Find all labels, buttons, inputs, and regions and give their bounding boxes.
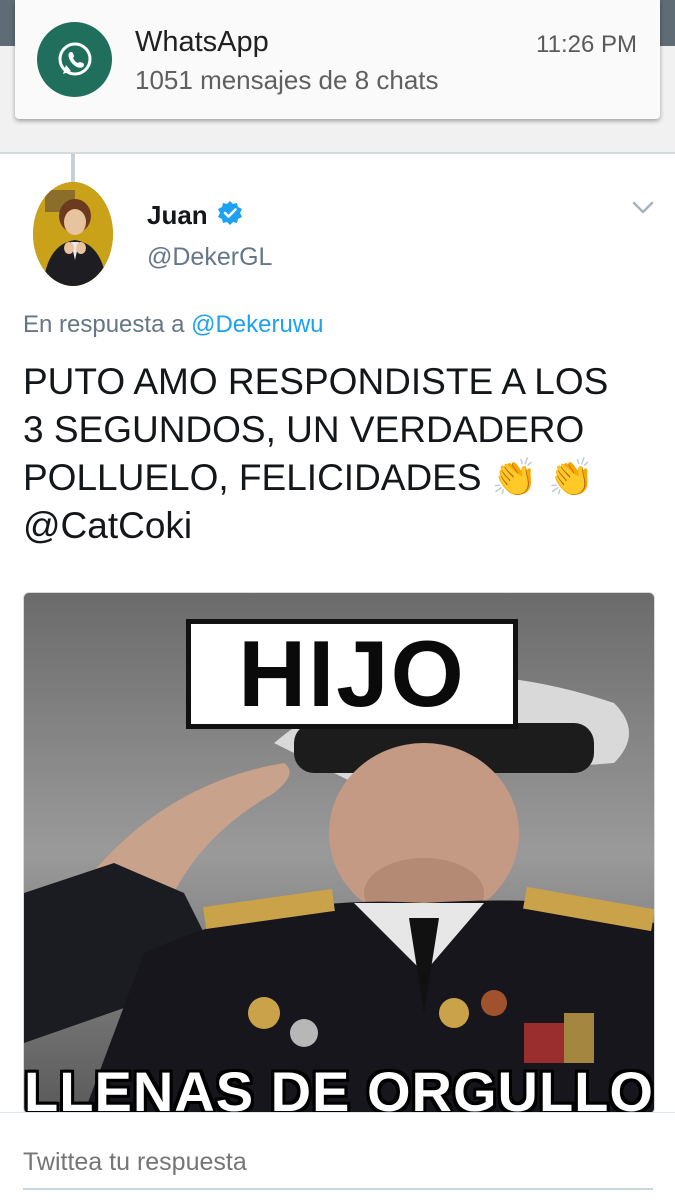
author-name[interactable]: Juan	[147, 200, 208, 231]
notification-time: 11:26 PM	[536, 31, 637, 58]
reply-input-underline	[23, 1188, 653, 1190]
author-row: Juan	[147, 200, 243, 231]
reply-context: En respuesta a @Dekeruwu	[23, 311, 324, 339]
reply-input[interactable]	[23, 1142, 653, 1182]
author-handle[interactable]: @DekerGL	[147, 243, 272, 272]
tweet-media-image[interactable]: HIJO LLENAS DE ORGULLO	[23, 592, 655, 1114]
avatar[interactable]	[33, 182, 113, 286]
thread-connector	[71, 154, 75, 182]
whatsapp-notification[interactable]: WhatsApp 11:26 PM 1051 mensajes de 8 cha…	[15, 0, 660, 119]
whatsapp-icon	[37, 22, 112, 97]
notification-message: 1051 mensajes de 8 chats	[135, 65, 439, 95]
divider	[0, 152, 675, 154]
notification-app-name: WhatsApp	[135, 26, 269, 58]
tweet-text: PUTO AMO RESPONDISTE A LOS 3 SEGUNDOS, U…	[23, 361, 609, 546]
reply-prefix: En respuesta a	[23, 311, 185, 338]
reply-mention-link[interactable]: @Dekeruwu	[191, 311, 323, 338]
meme-bottom-caption: LLENAS DE ORGULLO	[24, 1060, 654, 1114]
verified-badge-icon	[217, 200, 243, 231]
meme-top-caption: HIJO	[186, 619, 518, 729]
chevron-down-icon[interactable]	[632, 201, 654, 220]
